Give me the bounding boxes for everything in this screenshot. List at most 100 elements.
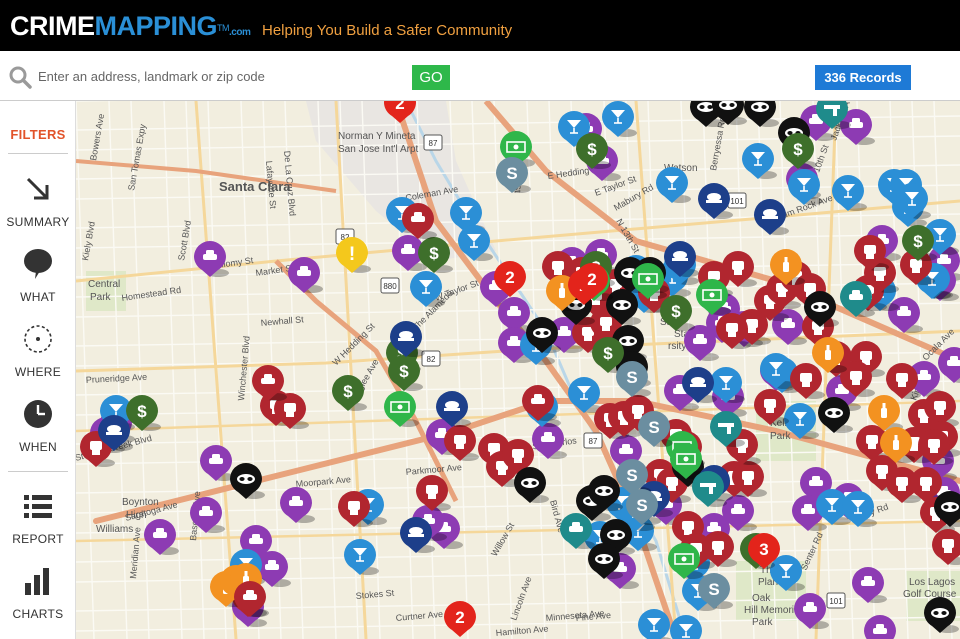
svg-text:$: $ [429, 244, 439, 263]
clock-icon [24, 400, 52, 428]
highway-shield: 101 [727, 192, 747, 209]
logo-trademark: TM [217, 23, 230, 33]
dollar-icon: $ [137, 402, 147, 421]
sidebar-item-label: WHAT [20, 290, 56, 304]
place-label: Hill Memorial [744, 605, 802, 616]
place-label: Park [90, 292, 112, 303]
sidebar-item-label: REPORT [12, 532, 64, 546]
place-label: San Jose Int'l Arpt [338, 144, 419, 155]
svg-text:S: S [626, 368, 637, 387]
highway-number: 101 [730, 197, 744, 206]
highway-shield: 87 [583, 432, 603, 449]
cluster-count: 3 [759, 540, 768, 559]
robber-mask-icon [521, 478, 539, 488]
svg-text:S: S [636, 496, 647, 515]
place-label: Golf Course [903, 589, 957, 600]
svg-text:$: $ [343, 382, 353, 401]
dollar-icon: $ [399, 362, 409, 381]
robber-mask-icon [931, 608, 949, 618]
vandalism-s-icon: S [626, 368, 637, 387]
address-search-input[interactable] [38, 63, 398, 89]
robber-mask-icon [613, 300, 631, 310]
dollar-icon: $ [587, 140, 597, 159]
dollar-icon: $ [603, 344, 613, 363]
robber-mask-icon [825, 408, 843, 418]
filters-sidebar: FILTERS SUMMARY WHAT WHERE WHEN REPORT C… [0, 101, 76, 639]
list-icon [24, 495, 52, 518]
place-label: Los Lagos [909, 577, 955, 588]
robber-mask-icon [607, 530, 625, 540]
sidebar-item-label: CHARTS [12, 607, 64, 621]
logo-text-crime: CRIME [10, 11, 95, 41]
svg-text:$: $ [137, 402, 147, 421]
sidebar-item-summary[interactable]: SUMMARY [0, 173, 76, 243]
highway-number: 87 [589, 437, 598, 446]
robber-mask-icon [237, 474, 255, 484]
highway-number: 87 [429, 139, 438, 148]
records-count-button[interactable]: 336 Records [815, 65, 911, 90]
dollar-icon: $ [671, 302, 681, 321]
place-label: Central [88, 279, 120, 290]
vandalism-s-icon: S [626, 466, 637, 485]
robber-mask-icon [595, 554, 613, 564]
speech-bubble-icon [24, 249, 52, 279]
tagline: Helping You Build a Safer Community [262, 22, 513, 39]
svg-text:!: ! [349, 244, 355, 265]
place-label: Park [752, 617, 774, 628]
vandalism-s-icon: S [506, 164, 517, 183]
filters-heading[interactable]: FILTERS [0, 127, 76, 142]
highway-shield: 101 [826, 592, 846, 609]
svg-text:$: $ [913, 232, 923, 251]
highway-number: 82 [427, 355, 436, 364]
dollar-icon: $ [429, 244, 439, 263]
robber-mask-icon [941, 502, 959, 512]
place-label: Park [770, 431, 792, 442]
vandalism-s-icon: S [648, 418, 659, 437]
highway-shield: 87 [423, 134, 443, 151]
highway-shield: 880 [380, 277, 400, 294]
top-header: CRIMEMAPPINGTM.com Helping You Build a S… [0, 0, 960, 51]
logo-dot-com: .com [229, 27, 251, 38]
sidebar-item-where[interactable]: WHERE [0, 323, 76, 393]
svg-text:S: S [708, 580, 719, 599]
sidebar-item-report[interactable]: REPORT [0, 490, 76, 560]
search-icon [9, 66, 32, 89]
svg-text:$: $ [587, 140, 597, 159]
robber-mask-icon [595, 486, 613, 496]
svg-text:$: $ [671, 302, 681, 321]
crime-map[interactable]: Santa Clara Norman Y Mineta San Jose Int'l… [76, 101, 960, 639]
svg-text:S: S [626, 466, 637, 485]
map-canvas[interactable]: Santa Clara Norman Y Mineta San Jose Int'l… [76, 101, 960, 639]
cluster-count: 2 [587, 270, 596, 289]
robber-mask-icon [533, 328, 551, 338]
place-label: Oak [752, 593, 771, 604]
svg-text:$: $ [399, 362, 409, 381]
svg-text:$: $ [793, 140, 803, 159]
highway-number: 101 [829, 597, 843, 606]
dollar-icon: $ [913, 232, 923, 251]
cluster-count: 2 [505, 268, 514, 287]
arrow-down-right-icon [26, 177, 49, 200]
go-button[interactable]: GO [412, 65, 450, 90]
svg-text:S: S [506, 164, 517, 183]
svg-text:S: S [648, 418, 659, 437]
sidebar-item-what[interactable]: WHAT [0, 248, 76, 318]
place-label: rsity [668, 341, 686, 352]
sidebar-item-when[interactable]: WHEN [0, 398, 76, 468]
cluster-count: 2 [455, 608, 464, 627]
place-label: Williams [96, 524, 133, 535]
target-circle-icon [24, 325, 52, 353]
place-label: Norman Y Mineta [338, 131, 416, 142]
logo-text-mapping: MAPPING [94, 11, 218, 41]
alert-icon: ! [349, 244, 355, 265]
robber-mask-icon [751, 102, 769, 112]
sidebar-item-label: WHEN [19, 440, 57, 454]
vandalism-s-icon: S [636, 496, 647, 515]
dollar-icon: $ [793, 140, 803, 159]
sidebar-item-label: SUMMARY [6, 215, 70, 229]
crimemapping-logo[interactable]: CRIMEMAPPINGTM.com [10, 11, 251, 47]
sidebar-divider [8, 153, 68, 154]
sidebar-item-charts[interactable]: CHARTS [0, 565, 76, 635]
sidebar-divider [8, 471, 68, 472]
vandalism-s-icon: S [708, 580, 719, 599]
